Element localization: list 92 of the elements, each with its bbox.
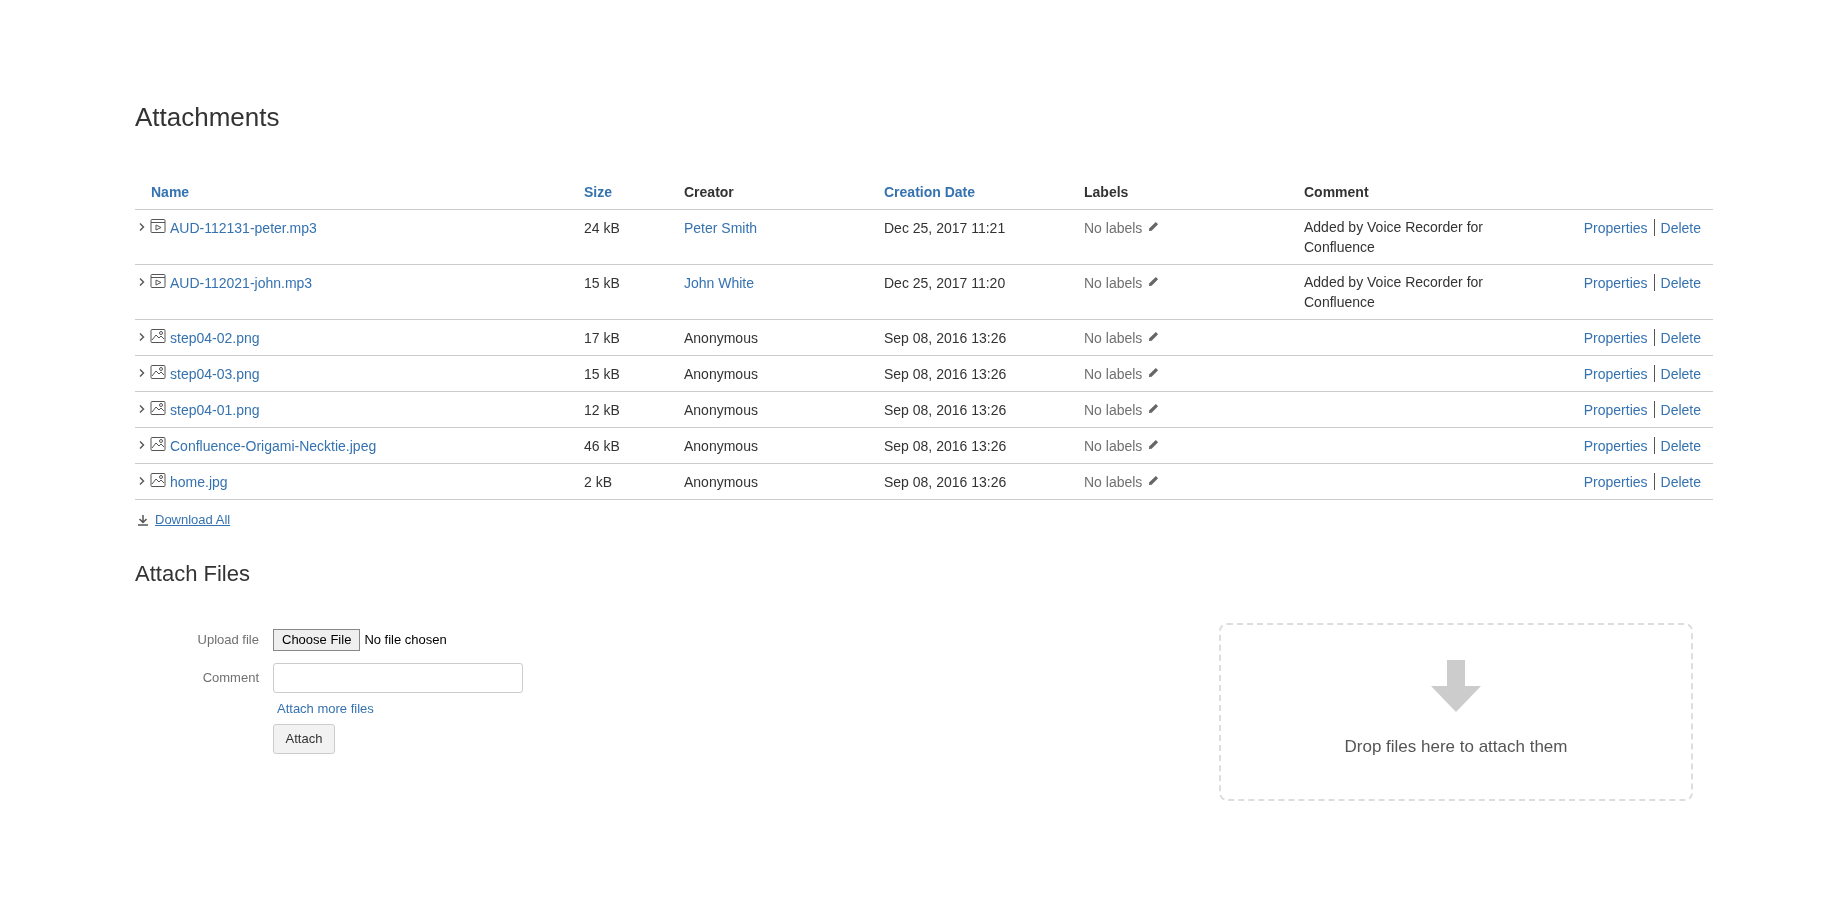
- date-cell: Sep 08, 2016 13:26: [884, 402, 1007, 418]
- date-cell: Sep 08, 2016 13:26: [884, 330, 1007, 346]
- action-link[interactable]: Delete: [1660, 273, 1701, 294]
- column-header[interactable]: Size: [584, 184, 612, 200]
- image-file-icon: [150, 472, 166, 488]
- action-link[interactable]: Properties: [1583, 328, 1648, 349]
- file-name-link[interactable]: step04-02.png: [170, 328, 260, 349]
- creator-cell: Anonymous: [684, 474, 758, 490]
- file-status-text: No file chosen: [364, 630, 447, 649]
- media-file-icon: [150, 273, 166, 289]
- action-link[interactable]: Delete: [1660, 218, 1701, 239]
- expand-chevron-icon[interactable]: [138, 222, 146, 232]
- action-link[interactable]: Delete: [1660, 400, 1701, 421]
- image-file-icon: [150, 436, 166, 452]
- date-cell: Dec 25, 2017 11:20: [884, 275, 1006, 291]
- column-header: Labels: [1084, 184, 1129, 200]
- expand-chevron-icon[interactable]: [138, 277, 146, 287]
- size-cell: 2 kB: [584, 474, 612, 490]
- action-link[interactable]: Delete: [1660, 364, 1701, 385]
- size-cell: 15 kB: [584, 366, 620, 382]
- creator-link[interactable]: Peter Smith: [684, 220, 758, 236]
- action-link[interactable]: Properties: [1583, 472, 1648, 493]
- file-name-link[interactable]: Confluence-Origami-Necktie.jpeg: [170, 436, 377, 457]
- download-all-link[interactable]: Download All: [155, 510, 231, 530]
- pencil-icon[interactable]: [1148, 276, 1160, 287]
- size-cell: 12 kB: [584, 402, 620, 418]
- size-cell: 15 kB: [584, 275, 620, 291]
- field-label: Upload file: [196, 630, 259, 649]
- pencil-icon[interactable]: [1148, 439, 1160, 450]
- action-link[interactable]: Properties: [1583, 218, 1648, 239]
- date-cell: Dec 25, 2017 11:21: [884, 220, 1006, 236]
- image-file-icon: [150, 328, 166, 344]
- file-name-link[interactable]: AUD-112131-peter.mp3: [170, 218, 317, 239]
- action-link[interactable]: Delete: [1660, 328, 1701, 349]
- comment-cell-text: Added by Voice Recorder for Confluence: [1304, 273, 1484, 312]
- date-cell: Sep 08, 2016 13:26: [884, 438, 1007, 454]
- size-cell: 17 kB: [584, 330, 620, 346]
- file-name-link[interactable]: home.jpg: [170, 472, 228, 493]
- image-file-icon: [150, 364, 166, 380]
- creator-cell: Anonymous: [684, 330, 758, 346]
- action-link[interactable]: Properties: [1583, 400, 1648, 421]
- expand-chevron-icon[interactable]: [138, 332, 146, 342]
- pencil-icon[interactable]: [1148, 221, 1160, 232]
- column-header[interactable]: Name: [151, 184, 190, 200]
- pencil-icon[interactable]: [1148, 331, 1160, 342]
- column-header: Creator: [684, 184, 734, 200]
- down-arrow-icon: [1431, 659, 1481, 712]
- column-header[interactable]: Creation Date: [884, 184, 976, 200]
- section-title: Attach Files: [135, 559, 250, 588]
- attach-button[interactable]: Attach: [273, 724, 335, 754]
- labels-cell-text: No labels: [1084, 401, 1143, 420]
- date-cell: Sep 08, 2016 13:26: [884, 366, 1007, 382]
- expand-chevron-icon[interactable]: [138, 440, 146, 450]
- column-header: Comment: [1304, 184, 1369, 200]
- date-cell: Sep 08, 2016 13:26: [884, 474, 1007, 490]
- creator-cell: Anonymous: [684, 438, 758, 454]
- attach-more-link[interactable]: Attach more files: [277, 698, 374, 718]
- labels-cell-text: No labels: [1084, 437, 1143, 456]
- choose-file-button[interactable]: Choose File: [273, 628, 361, 651]
- field-label: Comment: [201, 668, 259, 687]
- action-link[interactable]: Delete: [1660, 472, 1701, 493]
- pencil-icon[interactable]: [1148, 367, 1160, 378]
- action-link[interactable]: Properties: [1583, 364, 1648, 385]
- drop-hint-text: Drop files here to attach them: [1344, 735, 1568, 758]
- expand-chevron-icon[interactable]: [138, 368, 146, 378]
- labels-cell-text: No labels: [1084, 219, 1143, 238]
- pencil-icon[interactable]: [1148, 475, 1160, 486]
- file-name-link[interactable]: step04-03.png: [170, 364, 260, 385]
- file-name-link[interactable]: step04-01.png: [170, 400, 260, 421]
- creator-cell: Anonymous: [684, 366, 758, 382]
- expand-chevron-icon[interactable]: [138, 404, 146, 414]
- size-cell: 46 kB: [584, 438, 620, 454]
- labels-cell-text: No labels: [1084, 274, 1143, 293]
- media-file-icon: [150, 218, 166, 234]
- labels-cell-text: No labels: [1084, 365, 1143, 384]
- labels-cell-text: No labels: [1084, 473, 1143, 492]
- labels-cell-text: No labels: [1084, 329, 1143, 348]
- image-file-icon: [150, 400, 166, 416]
- creator-cell: Anonymous: [684, 402, 758, 418]
- comment-input-field[interactable]: [273, 662, 523, 693]
- action-link[interactable]: Properties: [1583, 273, 1648, 294]
- comment-cell-text: Added by Voice Recorder for Confluence: [1304, 218, 1484, 257]
- action-link[interactable]: Properties: [1583, 436, 1648, 457]
- pencil-icon[interactable]: [1148, 403, 1160, 414]
- action-link[interactable]: Delete: [1660, 436, 1701, 457]
- drop-zone[interactable]: Drop files here to attach them: [1219, 622, 1693, 801]
- file-name-link[interactable]: AUD-112021-john.mp3: [170, 273, 313, 294]
- size-cell: 24 kB: [584, 220, 620, 236]
- creator-link[interactable]: John White: [684, 275, 755, 291]
- page-title: Attachments: [135, 101, 280, 134]
- expand-chevron-icon[interactable]: [138, 476, 146, 486]
- download-icon: [137, 513, 149, 526]
